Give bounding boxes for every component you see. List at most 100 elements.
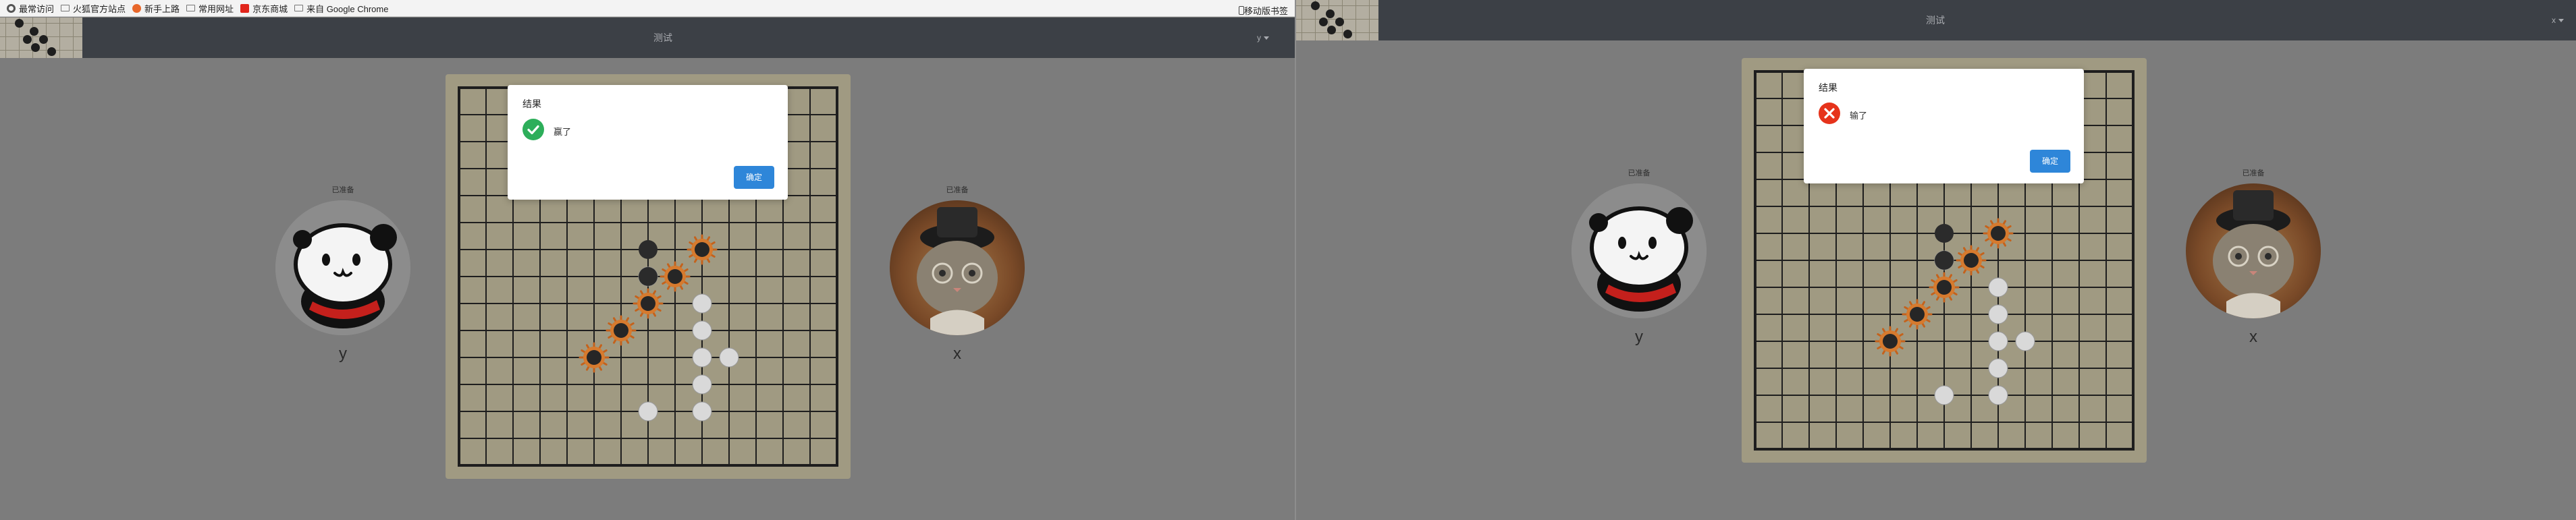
result-dialog: 结果 赢了 确定 bbox=[508, 85, 788, 200]
black-stone bbox=[695, 242, 709, 257]
cat-eye bbox=[939, 270, 946, 277]
winning-stone bbox=[579, 342, 610, 373]
panda-eye bbox=[352, 254, 360, 266]
winning-stone bbox=[687, 234, 718, 265]
cat-face bbox=[917, 241, 998, 315]
right-player-panel: 已准备 x bbox=[2179, 169, 2328, 347]
cat-chest bbox=[2226, 293, 2280, 318]
bookmark-label: 常用网址 bbox=[198, 3, 234, 14]
black-stone bbox=[1910, 307, 1925, 322]
bookmark-jd[interactable]: 京东商城 bbox=[240, 2, 288, 15]
ok-button[interactable]: 确定 bbox=[2030, 150, 2070, 173]
gomoku-logo[interactable] bbox=[0, 18, 82, 58]
x-circle-icon bbox=[1819, 103, 1840, 124]
caret-down-icon bbox=[1264, 36, 1269, 40]
panda-ear bbox=[1589, 213, 1608, 232]
logo-stone bbox=[47, 47, 56, 56]
bookmark-getting-started[interactable]: 新手上路 bbox=[132, 2, 180, 15]
logo-stone bbox=[30, 27, 38, 36]
white-stone bbox=[719, 347, 739, 368]
cat-eye bbox=[2265, 253, 2272, 260]
gear-icon bbox=[7, 3, 16, 13]
black-stone bbox=[1991, 226, 2006, 241]
bookmark-from-chrome[interactable]: 来自 Google Chrome bbox=[294, 2, 388, 15]
check-circle-icon bbox=[522, 119, 544, 140]
user-menu[interactable]: y bbox=[1257, 18, 1269, 58]
panda-ear bbox=[293, 230, 312, 249]
folder-icon bbox=[186, 5, 196, 11]
left-player-panel: 已准备 y bbox=[269, 185, 417, 364]
left-player-panel: 已准备 y bbox=[1565, 169, 1713, 347]
bookmark-label: 来自 Google Chrome bbox=[306, 3, 389, 14]
white-stone bbox=[2015, 331, 2035, 351]
white-stone bbox=[1988, 277, 2008, 297]
right-player-panel: 已准备 x bbox=[883, 185, 1031, 364]
white-stone bbox=[1988, 385, 2008, 405]
white-stone bbox=[1934, 385, 1954, 405]
winning-stone bbox=[1929, 272, 1960, 303]
panda-ear bbox=[370, 224, 397, 251]
dialog-message: 输了 bbox=[1850, 111, 1868, 121]
ok-button[interactable]: 确定 bbox=[734, 166, 774, 189]
black-stone bbox=[639, 240, 658, 259]
result-dialog: 结果 输了 确定 bbox=[1804, 69, 2084, 183]
winning-stone bbox=[1956, 245, 1987, 276]
player-name: x bbox=[953, 345, 961, 363]
logo-stone bbox=[23, 35, 32, 44]
logo-stone bbox=[1311, 1, 1320, 10]
cat-eye bbox=[969, 270, 975, 277]
panda-eye bbox=[322, 254, 330, 266]
app-navbar: 测试 x bbox=[1296, 0, 2576, 40]
winning-stone bbox=[660, 261, 691, 292]
player-status: 已准备 bbox=[2242, 169, 2265, 177]
black-stone bbox=[1935, 224, 1954, 243]
bookmark-firefox-site[interactable]: 火狐官方站点 bbox=[61, 2, 126, 15]
black-stone bbox=[1883, 334, 1898, 349]
logo-grid-line bbox=[59, 18, 60, 58]
logo-grid-line bbox=[0, 50, 82, 51]
white-stone bbox=[692, 347, 712, 368]
bookmarks-bar: 最常访问 火狐官方站点 新手上路 常用网址 京东商城 来自 Google Chr… bbox=[0, 0, 1296, 17]
black-stone bbox=[641, 296, 655, 311]
jd-icon bbox=[240, 3, 250, 13]
black-stone bbox=[587, 350, 601, 365]
app-title: 测试 bbox=[653, 32, 672, 43]
logo-grid-line bbox=[1369, 0, 1370, 40]
mobile-bookmarks[interactable]: 移动版书签 bbox=[1238, 4, 1288, 17]
bookmark-label: 新手上路 bbox=[144, 3, 180, 14]
logo-stone bbox=[1326, 9, 1335, 18]
bookmark-label: 京东商城 bbox=[252, 3, 288, 14]
logo-grid-line bbox=[0, 23, 82, 24]
player-status: 已准备 bbox=[1628, 169, 1651, 177]
right-browser-window: 测试 x 已准备 y 已准备 x 结果 输了 确定 bbox=[1296, 0, 2576, 520]
gomoku-logo[interactable] bbox=[1296, 0, 1378, 40]
user-menu[interactable]: x bbox=[2552, 0, 2564, 40]
dialog-message: 赢了 bbox=[554, 127, 572, 137]
user-name: x bbox=[2552, 16, 2556, 25]
hat-crown bbox=[937, 207, 977, 237]
caret-down-icon bbox=[2558, 19, 2564, 23]
black-stone bbox=[1935, 251, 1954, 270]
cat-face bbox=[2213, 224, 2294, 298]
bookmark-most-visited[interactable]: 最常访问 bbox=[7, 2, 54, 15]
logo-grid-line bbox=[1296, 32, 1378, 33]
logo-grid-line bbox=[32, 18, 33, 58]
logo-stone bbox=[31, 43, 40, 52]
bookmark-common-sites[interactable]: 常用网址 bbox=[186, 2, 234, 15]
logo-stone bbox=[1319, 18, 1328, 26]
app-navbar: 测试 y bbox=[0, 18, 1296, 58]
firefox-icon bbox=[132, 3, 142, 13]
dialog-title: 结果 bbox=[522, 98, 541, 109]
logo-stone bbox=[1327, 26, 1336, 34]
cat-avatar bbox=[2186, 183, 2321, 318]
player-name: y bbox=[339, 345, 347, 363]
dialog-title: 结果 bbox=[1819, 82, 1837, 93]
logo-stone bbox=[15, 19, 24, 28]
player-status: 已准备 bbox=[946, 186, 969, 194]
winning-stone bbox=[633, 288, 664, 319]
user-name: y bbox=[1257, 33, 1261, 42]
black-stone bbox=[1937, 280, 1952, 295]
folder-icon bbox=[61, 5, 70, 11]
winning-stone bbox=[1983, 218, 2014, 249]
logo-grid-line bbox=[1296, 5, 1378, 6]
